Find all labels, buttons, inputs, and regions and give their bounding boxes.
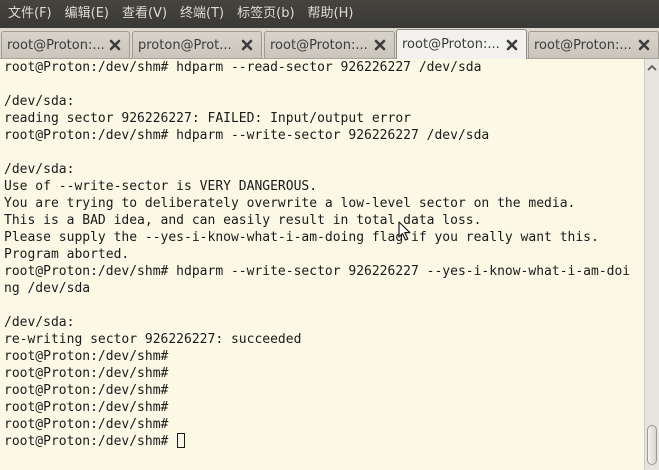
- tab-2[interactable]: proton@Prot...: [132, 31, 262, 58]
- chevron-up-icon[interactable]: [647, 63, 657, 73]
- close-icon[interactable]: [107, 37, 123, 53]
- terminal-line: /dev/sda:: [4, 162, 75, 177]
- tab-4-label: root@Proton:...: [402, 37, 500, 52]
- tab-1[interactable]: root@Proton:...: [1, 31, 130, 58]
- terminal-line: root@Proton:/dev/shm# hdparm --read-sect…: [4, 60, 482, 75]
- terminal-line: Program aborted.: [4, 247, 130, 262]
- terminal-line: /dev/sda:: [4, 94, 75, 109]
- terminal-line: root@Proton:/dev/shm# hdparm --write-sec…: [4, 264, 631, 279]
- terminal-line: root@Proton:/dev/shm#: [4, 366, 169, 381]
- terminal-line: re-writing sector 926226227: succeeded: [4, 332, 302, 347]
- tab-1-label: root@Proton:...: [7, 37, 105, 53]
- terminal-line: This is a BAD idea, and can easily resul…: [4, 213, 482, 228]
- terminal-line: Use of --write-sector is VERY DANGEROUS.: [4, 179, 318, 194]
- tab-5[interactable]: root@Proton:...: [528, 31, 659, 58]
- close-icon[interactable]: [504, 37, 520, 53]
- terminal-line: root@Proton:/dev/shm# hdparm --write-sec…: [4, 128, 490, 143]
- close-icon[interactable]: [372, 37, 388, 53]
- terminal-line: ng /dev/sda: [4, 281, 91, 296]
- menu-bar: 文件(F) 编辑(E) 查看(V) 终端(T) 标签页(b) 帮助(H): [0, 0, 659, 28]
- mouse-pointer-icon: [398, 221, 411, 241]
- terminal-window: 文件(F) 编辑(E) 查看(V) 终端(T) 标签页(b) 帮助(H) roo…: [0, 0, 659, 470]
- text-cursor: [177, 433, 186, 448]
- menu-tabs[interactable]: 标签页(b): [231, 0, 301, 28]
- menu-file[interactable]: 文件(F): [2, 0, 59, 28]
- terminal-line: Please supply the --yes-i-know-what-i-am…: [4, 230, 599, 245]
- terminal-prompt: root@Proton:/dev/shm#: [4, 434, 177, 449]
- menu-help[interactable]: 帮助(H): [302, 0, 361, 28]
- tab-3-label: root@Proton:...: [270, 37, 368, 53]
- terminal-line: reading sector 926226227: FAILED: Input/…: [4, 111, 411, 126]
- tab-3[interactable]: root@Proton:...: [264, 31, 395, 58]
- menu-terminal[interactable]: 终端(T): [174, 0, 231, 28]
- tab-bar: root@Proton:... proton@Prot... root@Prot…: [0, 28, 659, 59]
- vertical-scrollbar[interactable]: [644, 59, 659, 470]
- close-icon[interactable]: [636, 37, 652, 53]
- terminal-line: root@Proton:/dev/shm#: [4, 349, 169, 364]
- menu-view[interactable]: 查看(V): [116, 0, 174, 28]
- terminal-output[interactable]: root@Proton:/dev/shm# hdparm --read-sect…: [0, 59, 644, 470]
- close-icon[interactable]: [239, 37, 255, 53]
- terminal-line: root@Proton:/dev/shm#: [4, 417, 169, 432]
- terminal-line: root@Proton:/dev/shm#: [4, 400, 169, 415]
- scrollbar-thumb[interactable]: [647, 425, 657, 465]
- terminal-line: /dev/sda:: [4, 315, 75, 330]
- tab-2-label: proton@Prot...: [138, 37, 232, 53]
- menu-edit[interactable]: 编辑(E): [59, 0, 116, 28]
- tab-5-label: root@Proton:...: [534, 37, 632, 53]
- terminal-lines: root@Proton:/dev/shm# hdparm --read-sect…: [4, 59, 630, 450]
- terminal-prompt-line: root@Proton:/dev/shm#: [4, 433, 630, 450]
- terminal-line: You are trying to deliberately overwrite…: [4, 196, 576, 211]
- terminal-line: root@Proton:/dev/shm#: [4, 383, 169, 398]
- tab-4-active[interactable]: root@Proton:...: [396, 29, 527, 59]
